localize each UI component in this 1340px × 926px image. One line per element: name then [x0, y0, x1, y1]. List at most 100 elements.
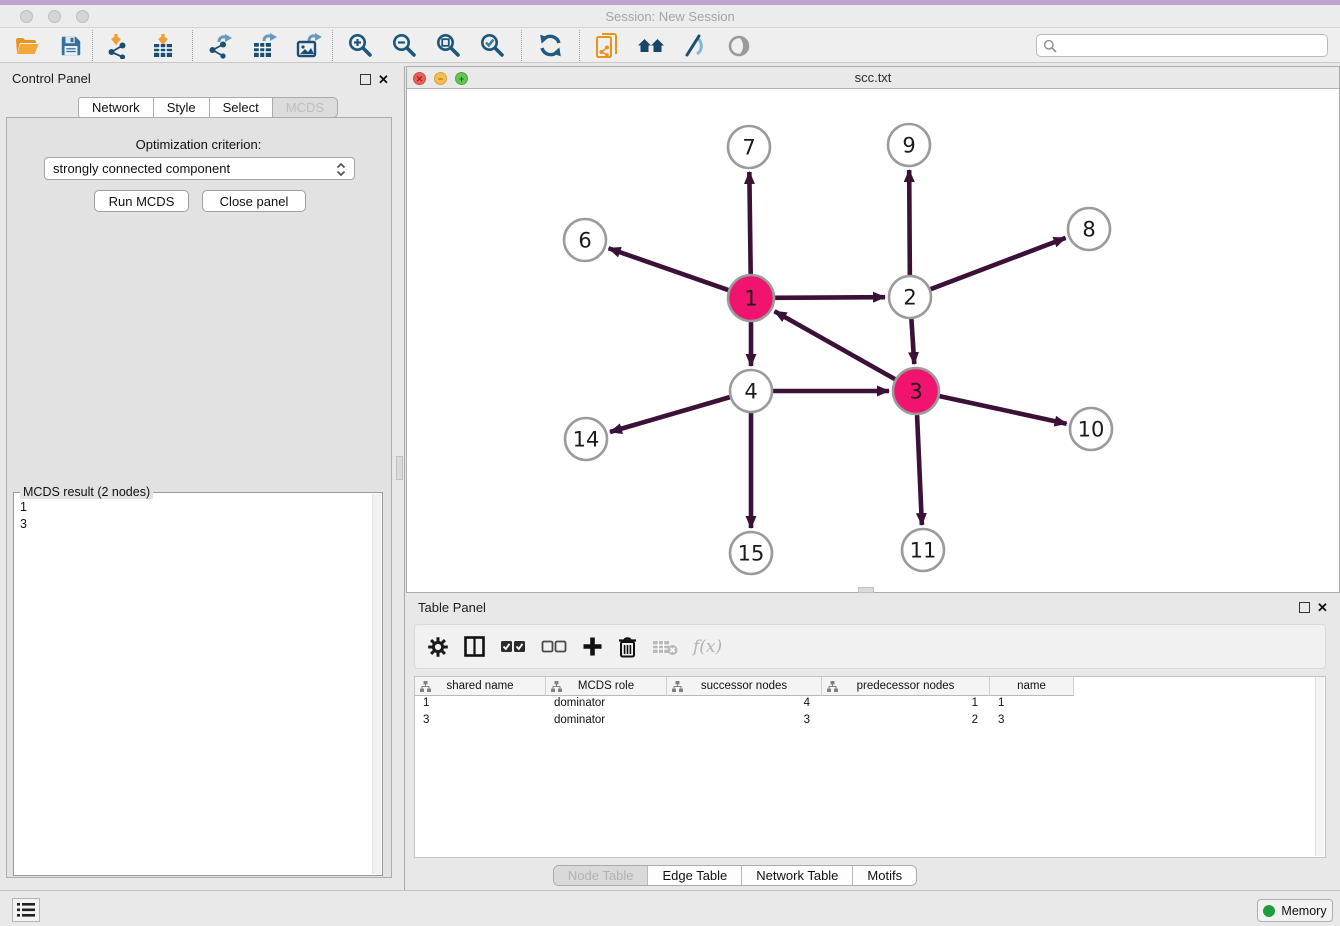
delete-table-button[interactable] — [652, 632, 678, 662]
graph-node-1[interactable]: 1 — [728, 275, 774, 321]
create-column-button[interactable] — [582, 632, 603, 662]
panel-divider[interactable] — [404, 66, 405, 890]
graph-node-15[interactable]: 15 — [730, 532, 772, 574]
clone-network-button[interactable] — [592, 31, 622, 61]
tab-network[interactable]: Network — [78, 97, 153, 118]
zoom-selected-button[interactable] — [477, 31, 507, 61]
export-image-button[interactable] — [293, 31, 323, 61]
graph-node-11[interactable]: 11 — [902, 529, 944, 571]
gear-icon — [427, 636, 449, 658]
graph-node-3[interactable]: 3 — [893, 368, 939, 414]
cell-shared-name[interactable]: 1 — [415, 696, 546, 713]
tab-edge-table[interactable]: Edge Table — [648, 866, 742, 885]
table-row[interactable]: 1 dominator 4 1 1 — [415, 696, 1325, 713]
show-all-button[interactable] — [724, 31, 754, 61]
select-all-columns-button[interactable] — [500, 632, 526, 662]
search-input[interactable] — [1057, 39, 1321, 53]
deselect-all-columns-button[interactable] — [541, 632, 567, 662]
show-column-panel-button[interactable] — [464, 632, 485, 662]
delete-column-button[interactable] — [618, 632, 637, 662]
control-panel-float-button[interactable] — [360, 74, 371, 85]
graph-edge-1-2[interactable] — [775, 297, 885, 298]
graph-edge-2-8[interactable] — [931, 238, 1066, 289]
column-header-name[interactable]: name — [990, 677, 1074, 696]
control-panel-close-button[interactable]: ✕ — [378, 74, 389, 85]
tab-node-table[interactable]: Node Table — [554, 866, 649, 885]
cell-mcds-role[interactable]: dominator — [546, 713, 667, 730]
task-history-button[interactable] — [12, 898, 40, 922]
result-scrollbar[interactable] — [372, 494, 381, 874]
import-table-button[interactable] — [148, 31, 178, 61]
graph-node-8[interactable]: 8 — [1068, 208, 1110, 250]
table-panel-float-button[interactable] — [1299, 602, 1310, 613]
graph-edge-2-9[interactable] — [909, 170, 910, 275]
tab-motifs[interactable]: Motifs — [853, 866, 916, 885]
criterion-value: strongly connected component — [53, 161, 230, 176]
first-neighbors-button[interactable] — [636, 31, 666, 61]
svg-text:8: 8 — [1082, 218, 1095, 242]
table-scrollbar[interactable] — [1315, 677, 1324, 856]
column-header-successor-nodes[interactable]: successor nodes — [667, 677, 822, 696]
criterion-select[interactable]: strongly connected component — [44, 157, 355, 180]
cell-name[interactable]: 3 — [990, 713, 1074, 730]
graph-edge-3-10[interactable] — [939, 396, 1066, 424]
column-header-mcds-role[interactable]: MCDS role — [546, 677, 667, 696]
tab-select[interactable]: Select — [209, 97, 272, 118]
export-table-button[interactable] — [249, 31, 279, 61]
cell-name[interactable]: 1 — [990, 696, 1074, 713]
apply-layout-button[interactable] — [535, 31, 565, 61]
graph-node-2[interactable]: 2 — [889, 276, 931, 318]
panel-divider-grip[interactable] — [396, 456, 403, 480]
graph-node-4[interactable]: 4 — [730, 370, 772, 412]
column-header-shared-name[interactable]: shared name — [415, 677, 546, 696]
network-canvas[interactable]: 1 2 3 4 6 7 8 9 10 11 14 15 — [407, 89, 1339, 592]
unchecked-boxes-icon — [541, 640, 567, 654]
cell-predecessor-nodes[interactable]: 1 — [822, 696, 990, 713]
graph-node-7[interactable]: 7 — [728, 126, 770, 168]
cell-successor-nodes[interactable]: 4 — [667, 696, 822, 713]
graph-edge-1-6[interactable] — [609, 248, 729, 290]
graph-edge-3-1[interactable] — [775, 311, 896, 379]
graph-node-6[interactable]: 6 — [564, 219, 606, 261]
table-settings-button[interactable] — [427, 632, 449, 662]
cell-predecessor-nodes[interactable]: 2 — [822, 713, 990, 730]
graph-node-10[interactable]: 10 — [1070, 408, 1112, 450]
graph-edge-2-3[interactable] — [911, 319, 914, 364]
search-field[interactable] — [1036, 34, 1328, 57]
function-builder-button[interactable]: f(x) — [693, 632, 722, 662]
mcds-result-text[interactable]: 1 3 — [14, 495, 372, 873]
window-titlebar[interactable]: Session: New Session — [0, 5, 1340, 28]
graph-node-9[interactable]: 9 — [888, 124, 930, 166]
run-mcds-button[interactable]: Run MCDS — [94, 190, 189, 212]
graph-edge-4-14[interactable] — [610, 397, 730, 432]
network-window-titlebar[interactable]: ✕ − + scc.txt — [407, 67, 1339, 89]
table-row[interactable]: 3 dominator 3 2 3 — [415, 713, 1325, 730]
split-pane-grip[interactable] — [858, 587, 874, 593]
memory-button[interactable]: Memory — [1257, 899, 1333, 922]
zoom-fit-button[interactable] — [433, 31, 463, 61]
column-header-predecessor-nodes[interactable]: predecessor nodes — [822, 677, 990, 696]
hide-selected-button[interactable] — [680, 31, 710, 61]
zoom-out-button[interactable] — [389, 31, 419, 61]
table-panel-close-button[interactable]: ✕ — [1317, 602, 1328, 613]
select-chevrons-icon — [334, 161, 348, 178]
columns-icon — [464, 636, 485, 657]
import-network-button[interactable] — [104, 31, 134, 61]
graph-edge-1-7[interactable] — [749, 172, 750, 274]
table-panel-title: Table Panel — [418, 600, 486, 615]
tab-network-table[interactable]: Network Table — [742, 866, 853, 885]
export-image-icon — [295, 33, 322, 59]
tab-mcds[interactable]: MCDS — [272, 97, 338, 118]
cell-mcds-role[interactable]: dominator — [546, 696, 667, 713]
export-network-button[interactable] — [205, 31, 235, 61]
close-panel-button[interactable]: Close panel — [202, 190, 306, 212]
open-session-button[interactable] — [12, 31, 42, 61]
cell-shared-name[interactable]: 3 — [415, 713, 546, 730]
tab-style[interactable]: Style — [153, 97, 209, 118]
graph-node-14[interactable]: 14 — [565, 418, 607, 460]
save-session-button[interactable] — [56, 31, 86, 61]
graph-edge-3-11[interactable] — [917, 415, 922, 525]
zoom-in-button[interactable] — [345, 31, 375, 61]
cell-successor-nodes[interactable]: 3 — [667, 713, 822, 730]
hierarchy-icon — [420, 681, 431, 692]
